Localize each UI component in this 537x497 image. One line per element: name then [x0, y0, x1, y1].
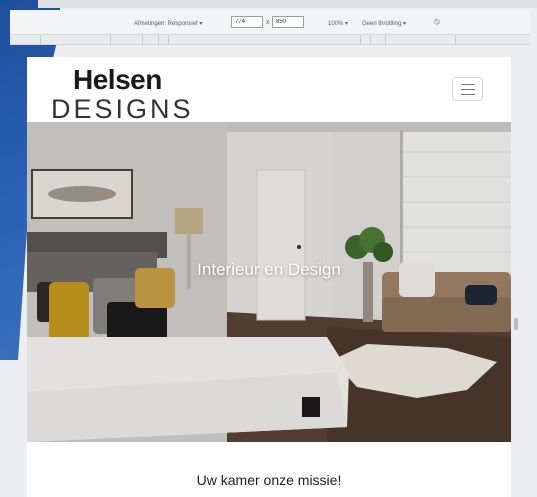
devtools-device-toolbar: Afmetingen: Responsief ▾ x 100% ▾ Geen t… — [10, 10, 530, 35]
hamburger-icon[interactable] — [452, 77, 483, 101]
dimensions-dropdown[interactable]: Afmetingen: Responsief ▾ — [134, 20, 202, 27]
hero-title: Interieur en Design — [197, 260, 341, 279]
media-query-ruler — [10, 35, 530, 45]
mission-heading: Uw kamer onze missie! — [196, 472, 342, 488]
dimension-separator: x — [266, 19, 270, 26]
hero-bedroom-image — [27, 122, 511, 442]
throttling-dropdown[interactable]: Geen throttling ▾ — [362, 20, 406, 27]
device-viewport: Helsen DESIGNS Interieur en Design Uw ka… — [27, 57, 511, 497]
height-input[interactable] — [272, 16, 304, 28]
zoom-dropdown[interactable]: 100% ▾ — [328, 20, 348, 27]
rotate-icon[interactable]: ⦸ — [434, 16, 440, 27]
logo-wordmark-bottom: DESIGNS — [51, 94, 194, 124]
site-logo[interactable]: Helsen DESIGNS — [51, 64, 194, 124]
hero-banner: Interieur en Design — [27, 122, 511, 442]
viewport-resize-handle[interactable] — [514, 318, 518, 330]
browser-top-band — [38, 0, 537, 8]
width-input[interactable] — [231, 16, 263, 28]
logo-wordmark-top: Helsen — [73, 64, 162, 95]
